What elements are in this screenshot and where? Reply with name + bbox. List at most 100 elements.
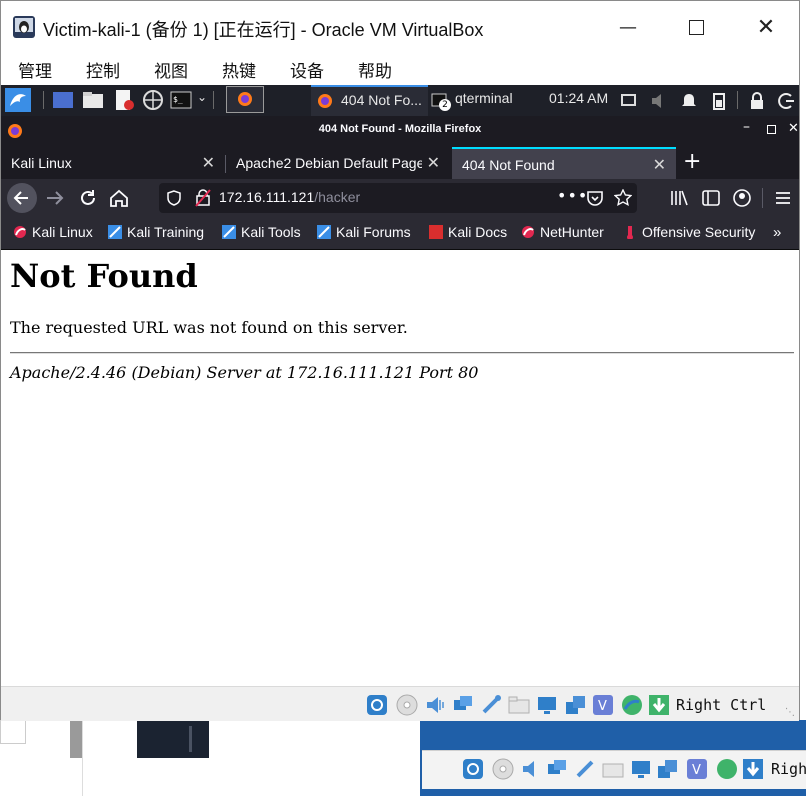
- close-icon[interactable]: ✕: [788, 121, 799, 136]
- library-icon[interactable]: [669, 188, 689, 208]
- web-browser-icon[interactable]: [142, 89, 164, 111]
- terminal-icon[interactable]: $_: [170, 89, 192, 111]
- show-desktop-icon[interactable]: [52, 89, 74, 111]
- network-icon[interactable]: [452, 694, 474, 716]
- audio-icon[interactable]: [520, 758, 542, 780]
- display-icon[interactable]: [536, 694, 558, 716]
- shared-folder-icon[interactable]: [602, 758, 624, 780]
- chevron-down-icon[interactable]: ⌄: [197, 90, 207, 104]
- pocket-icon[interactable]: [586, 189, 604, 207]
- bookmark-kali-forums[interactable]: Kali Forums: [317, 224, 411, 240]
- bookmark-kali-docs[interactable]: Kali Docs: [429, 224, 507, 240]
- maximize-icon[interactable]: [767, 125, 776, 134]
- url-host: 172.16.111.121: [219, 189, 315, 205]
- vrde-icon[interactable]: V: [686, 758, 708, 780]
- home-button[interactable]: [109, 188, 129, 208]
- url-path: /hacker: [314, 189, 361, 205]
- shared-folder-icon[interactable]: [508, 694, 530, 716]
- offensive-security-icon: [627, 226, 633, 239]
- taskbar-firefox[interactable]: 404 Not Fo...: [311, 85, 428, 116]
- kali-menu-icon[interactable]: [5, 88, 31, 112]
- menu-control[interactable]: 控制: [86, 57, 120, 82]
- insecure-lock-icon[interactable]: [195, 189, 211, 207]
- optical-disk-icon[interactable]: [492, 758, 514, 780]
- hdd-icon[interactable]: [462, 758, 484, 780]
- video-capture-icon[interactable]: [656, 758, 678, 780]
- tab-kali-linux[interactable]: Kali Linux ✕: [1, 147, 225, 179]
- menu-view[interactable]: 视图: [154, 57, 188, 82]
- menu-help[interactable]: 帮助: [358, 57, 392, 82]
- firefox-titlebar[interactable]: 404 Not Found - Mozilla Firefox – ✕: [1, 116, 799, 145]
- firefox-tab-strip: Kali Linux ✕ Apache2 Debian Default Page…: [1, 145, 799, 179]
- host-window-edge: [70, 720, 82, 758]
- hamburger-menu-icon[interactable]: [773, 188, 793, 208]
- lock-icon[interactable]: [749, 92, 765, 110]
- file-manager-icon[interactable]: [82, 89, 104, 111]
- panel-clock[interactable]: 01:24 AM: [549, 90, 608, 106]
- menu-machine[interactable]: 管理: [18, 57, 52, 82]
- volume-icon[interactable]: [651, 93, 667, 109]
- reload-button[interactable]: [78, 188, 98, 208]
- close-tab-icon[interactable]: ✕: [427, 153, 440, 173]
- guest-additions-icon[interactable]: [716, 758, 738, 780]
- bookmark-kali-linux[interactable]: Kali Linux: [13, 224, 93, 240]
- sidebar-icon[interactable]: [701, 188, 721, 208]
- bookmark-kali-tools[interactable]: Kali Tools: [222, 224, 301, 240]
- account-icon[interactable]: [732, 188, 752, 208]
- menu-devices[interactable]: 设备: [290, 57, 324, 82]
- tracking-protection-icon[interactable]: [167, 190, 181, 206]
- display-icon[interactable]: [630, 758, 652, 780]
- text-editor-icon[interactable]: [113, 89, 135, 111]
- menu-hotkeys[interactable]: 热键: [222, 57, 256, 82]
- kali-top-panel: $_ ⌄ 404 Not Fo... 2 qterminal 01:24 AM: [1, 85, 799, 116]
- close-tab-icon[interactable]: ✕: [202, 153, 215, 173]
- optical-disk-icon[interactable]: [396, 694, 418, 716]
- window-titlebar[interactable]: Victim-kali-1 (备份 1) [正在运行] - Oracle VM …: [1, 1, 799, 53]
- page-actions-menu-icon[interactable]: •••: [557, 186, 588, 205]
- arrow-down-icon[interactable]: [742, 758, 764, 780]
- bookmarks-overflow-icon[interactable]: »: [773, 224, 781, 241]
- taskbar-terminal[interactable]: 2 qterminal: [429, 85, 529, 116]
- page-content: Not Found The requested URL was not foun…: [1, 250, 799, 686]
- notification-bell-icon[interactable]: [681, 93, 697, 109]
- usb-icon[interactable]: [480, 694, 502, 716]
- tab-apache2-default[interactable]: Apache2 Debian Default Page ✕: [226, 147, 450, 179]
- host-key-label: Right Ctrl: [676, 696, 767, 714]
- panel-separator: [213, 91, 214, 109]
- bookmark-star-icon[interactable]: [614, 189, 632, 207]
- forward-button[interactable]: [44, 187, 66, 209]
- vrde-icon[interactable]: V: [592, 694, 614, 716]
- resize-grip-icon[interactable]: ⋱: [785, 707, 795, 718]
- close-button[interactable]: ✕: [743, 11, 789, 43]
- url-bar[interactable]: 172.16.111.121/hacker •••: [159, 183, 637, 213]
- battery-icon[interactable]: [711, 92, 727, 110]
- display-icon[interactable]: [621, 93, 637, 109]
- minimize-icon[interactable]: –: [743, 119, 750, 135]
- network-icon[interactable]: [546, 758, 568, 780]
- kali-forums-icon: [317, 225, 331, 239]
- video-capture-icon[interactable]: [564, 694, 586, 716]
- workspace-button[interactable]: [226, 86, 264, 113]
- close-tab-icon[interactable]: ✕: [653, 155, 666, 175]
- window-title: Victim-kali-1 (备份 1) [正在运行] - Oracle VM …: [43, 20, 484, 40]
- logout-icon[interactable]: [777, 92, 795, 110]
- maximize-button[interactable]: [673, 11, 719, 43]
- bookmark-offensive-security[interactable]: Offensive Security: [623, 224, 755, 240]
- host-hostkey-label: Righ: [771, 760, 806, 778]
- virtualbox-app-icon: [13, 16, 35, 38]
- arrow-down-icon[interactable]: [648, 694, 670, 716]
- new-tab-button[interactable]: +: [683, 149, 701, 174]
- horizontal-rule: [10, 352, 794, 354]
- audio-icon[interactable]: [424, 694, 446, 716]
- guest-additions-icon[interactable]: [621, 694, 643, 716]
- back-button[interactable]: [6, 182, 38, 214]
- minimize-button[interactable]: —: [605, 11, 651, 43]
- nethunter-icon: [522, 226, 534, 238]
- bookmark-kali-training[interactable]: Kali Training: [108, 224, 204, 240]
- host-window-fragment: [82, 720, 138, 796]
- hdd-icon[interactable]: [366, 694, 388, 716]
- firefox-window-title: 404 Not Found - Mozilla Firefox: [318, 123, 482, 135]
- tab-404-not-found[interactable]: 404 Not Found ✕: [452, 147, 676, 179]
- bookmark-nethunter[interactable]: NetHunter: [521, 224, 604, 240]
- usb-icon[interactable]: [574, 758, 596, 780]
